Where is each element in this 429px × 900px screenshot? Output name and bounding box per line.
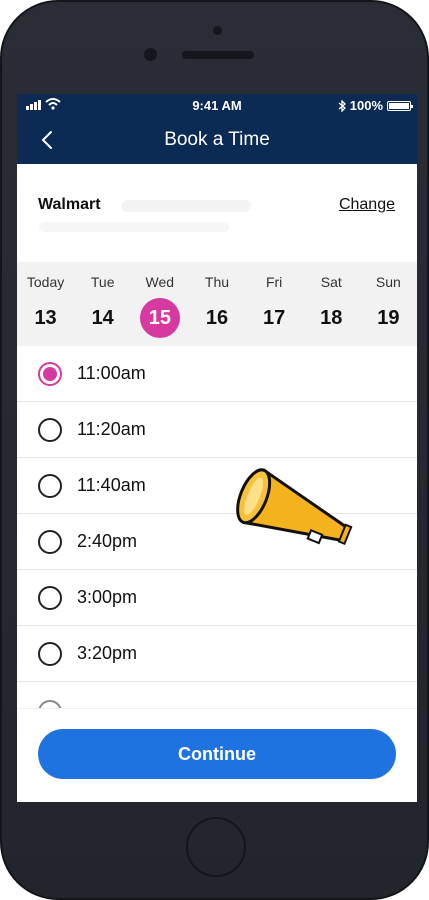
bluetooth-icon bbox=[338, 99, 346, 112]
time-slot-row[interactable]: 11:00am bbox=[17, 346, 417, 402]
radio-unselected-icon[interactable] bbox=[38, 586, 62, 610]
weekday-label: Sat bbox=[320, 274, 342, 290]
time-slot-row-partial[interactable] bbox=[17, 682, 417, 708]
weekday-label: Tue bbox=[90, 274, 115, 290]
date-picker: Today 13 Tue 14 Wed 15 Thu 16 Fri 17 Sat 18 Sun 19 bbox=[17, 262, 417, 346]
weekday-label: Sun bbox=[375, 274, 401, 290]
date-option-17[interactable]: Fri 17 bbox=[246, 262, 303, 346]
time-slot-label: 11:40am bbox=[77, 475, 146, 495]
megaphone-icon bbox=[236, 468, 353, 546]
home-button[interactable] bbox=[186, 817, 246, 877]
redacted-store-detail bbox=[121, 200, 251, 212]
battery-percent: 100% bbox=[349, 98, 383, 113]
status-bar: 9:41 AM 100% bbox=[17, 94, 417, 116]
weekday-label: Today bbox=[26, 274, 65, 290]
date-number: 18 bbox=[320, 307, 343, 329]
time-slot-row[interactable]: 11:20am bbox=[17, 402, 417, 458]
app-screen: 9:41 AM 100% Book a Time Walmart Change … bbox=[17, 94, 417, 802]
time-slot-label: 3:00pm bbox=[77, 587, 138, 607]
time-slot-label: 2:40pm bbox=[77, 531, 138, 551]
time-slot-label: 11:00am bbox=[77, 363, 146, 383]
weekday-label: Wed bbox=[145, 274, 175, 290]
radio-unselected-icon[interactable] bbox=[38, 418, 62, 442]
redacted-store-address bbox=[39, 222, 229, 232]
radio-unselected-icon[interactable] bbox=[38, 642, 62, 666]
time-slot-label: 11:20am bbox=[77, 419, 146, 439]
radio-selected-icon[interactable] bbox=[38, 362, 62, 386]
date-number: 19 bbox=[377, 307, 400, 329]
time-slot-row[interactable]: 3:00pm bbox=[17, 570, 417, 626]
continue-button[interactable]: Continue bbox=[38, 729, 396, 779]
battery-area: 100% bbox=[338, 98, 413, 113]
navigation-bar: Book a Time bbox=[17, 116, 417, 164]
page-title: Book a Time bbox=[164, 129, 270, 150]
date-option-18[interactable]: Sat 18 bbox=[303, 262, 360, 346]
store-name: Walmart bbox=[38, 196, 101, 213]
time-slot-label: 3:20pm bbox=[77, 643, 138, 663]
date-number: 14 bbox=[91, 307, 114, 329]
date-number: 15 bbox=[139, 298, 180, 338]
weekday-label: Thu bbox=[204, 274, 230, 290]
radio-unselected-icon[interactable] bbox=[38, 530, 62, 554]
date-option-16[interactable]: Thu 16 bbox=[188, 262, 245, 346]
time-slot-row[interactable]: 3:20pm bbox=[17, 626, 417, 682]
date-number: 13 bbox=[34, 307, 57, 329]
battery-icon bbox=[387, 100, 413, 111]
change-store-link[interactable]: Change bbox=[339, 196, 395, 214]
weekday-label: Fri bbox=[265, 274, 283, 290]
footer: Continue bbox=[17, 708, 417, 802]
sensor-dot bbox=[213, 26, 222, 35]
date-option-15[interactable]: Wed 15 bbox=[131, 262, 188, 346]
store-section: Walmart Change bbox=[17, 164, 417, 262]
front-camera bbox=[144, 48, 157, 61]
date-option-13[interactable]: Today 13 bbox=[17, 262, 74, 346]
date-option-19[interactable]: Sun 19 bbox=[360, 262, 417, 346]
radio-unselected-icon[interactable] bbox=[38, 474, 62, 498]
date-option-14[interactable]: Tue 14 bbox=[74, 262, 131, 346]
date-number: 16 bbox=[205, 307, 229, 329]
radio-unselected-icon[interactable] bbox=[38, 700, 62, 708]
date-number: 17 bbox=[262, 307, 286, 329]
earpiece-speaker bbox=[182, 51, 254, 59]
phone-frame: 9:41 AM 100% Book a Time Walmart Change … bbox=[0, 0, 429, 900]
